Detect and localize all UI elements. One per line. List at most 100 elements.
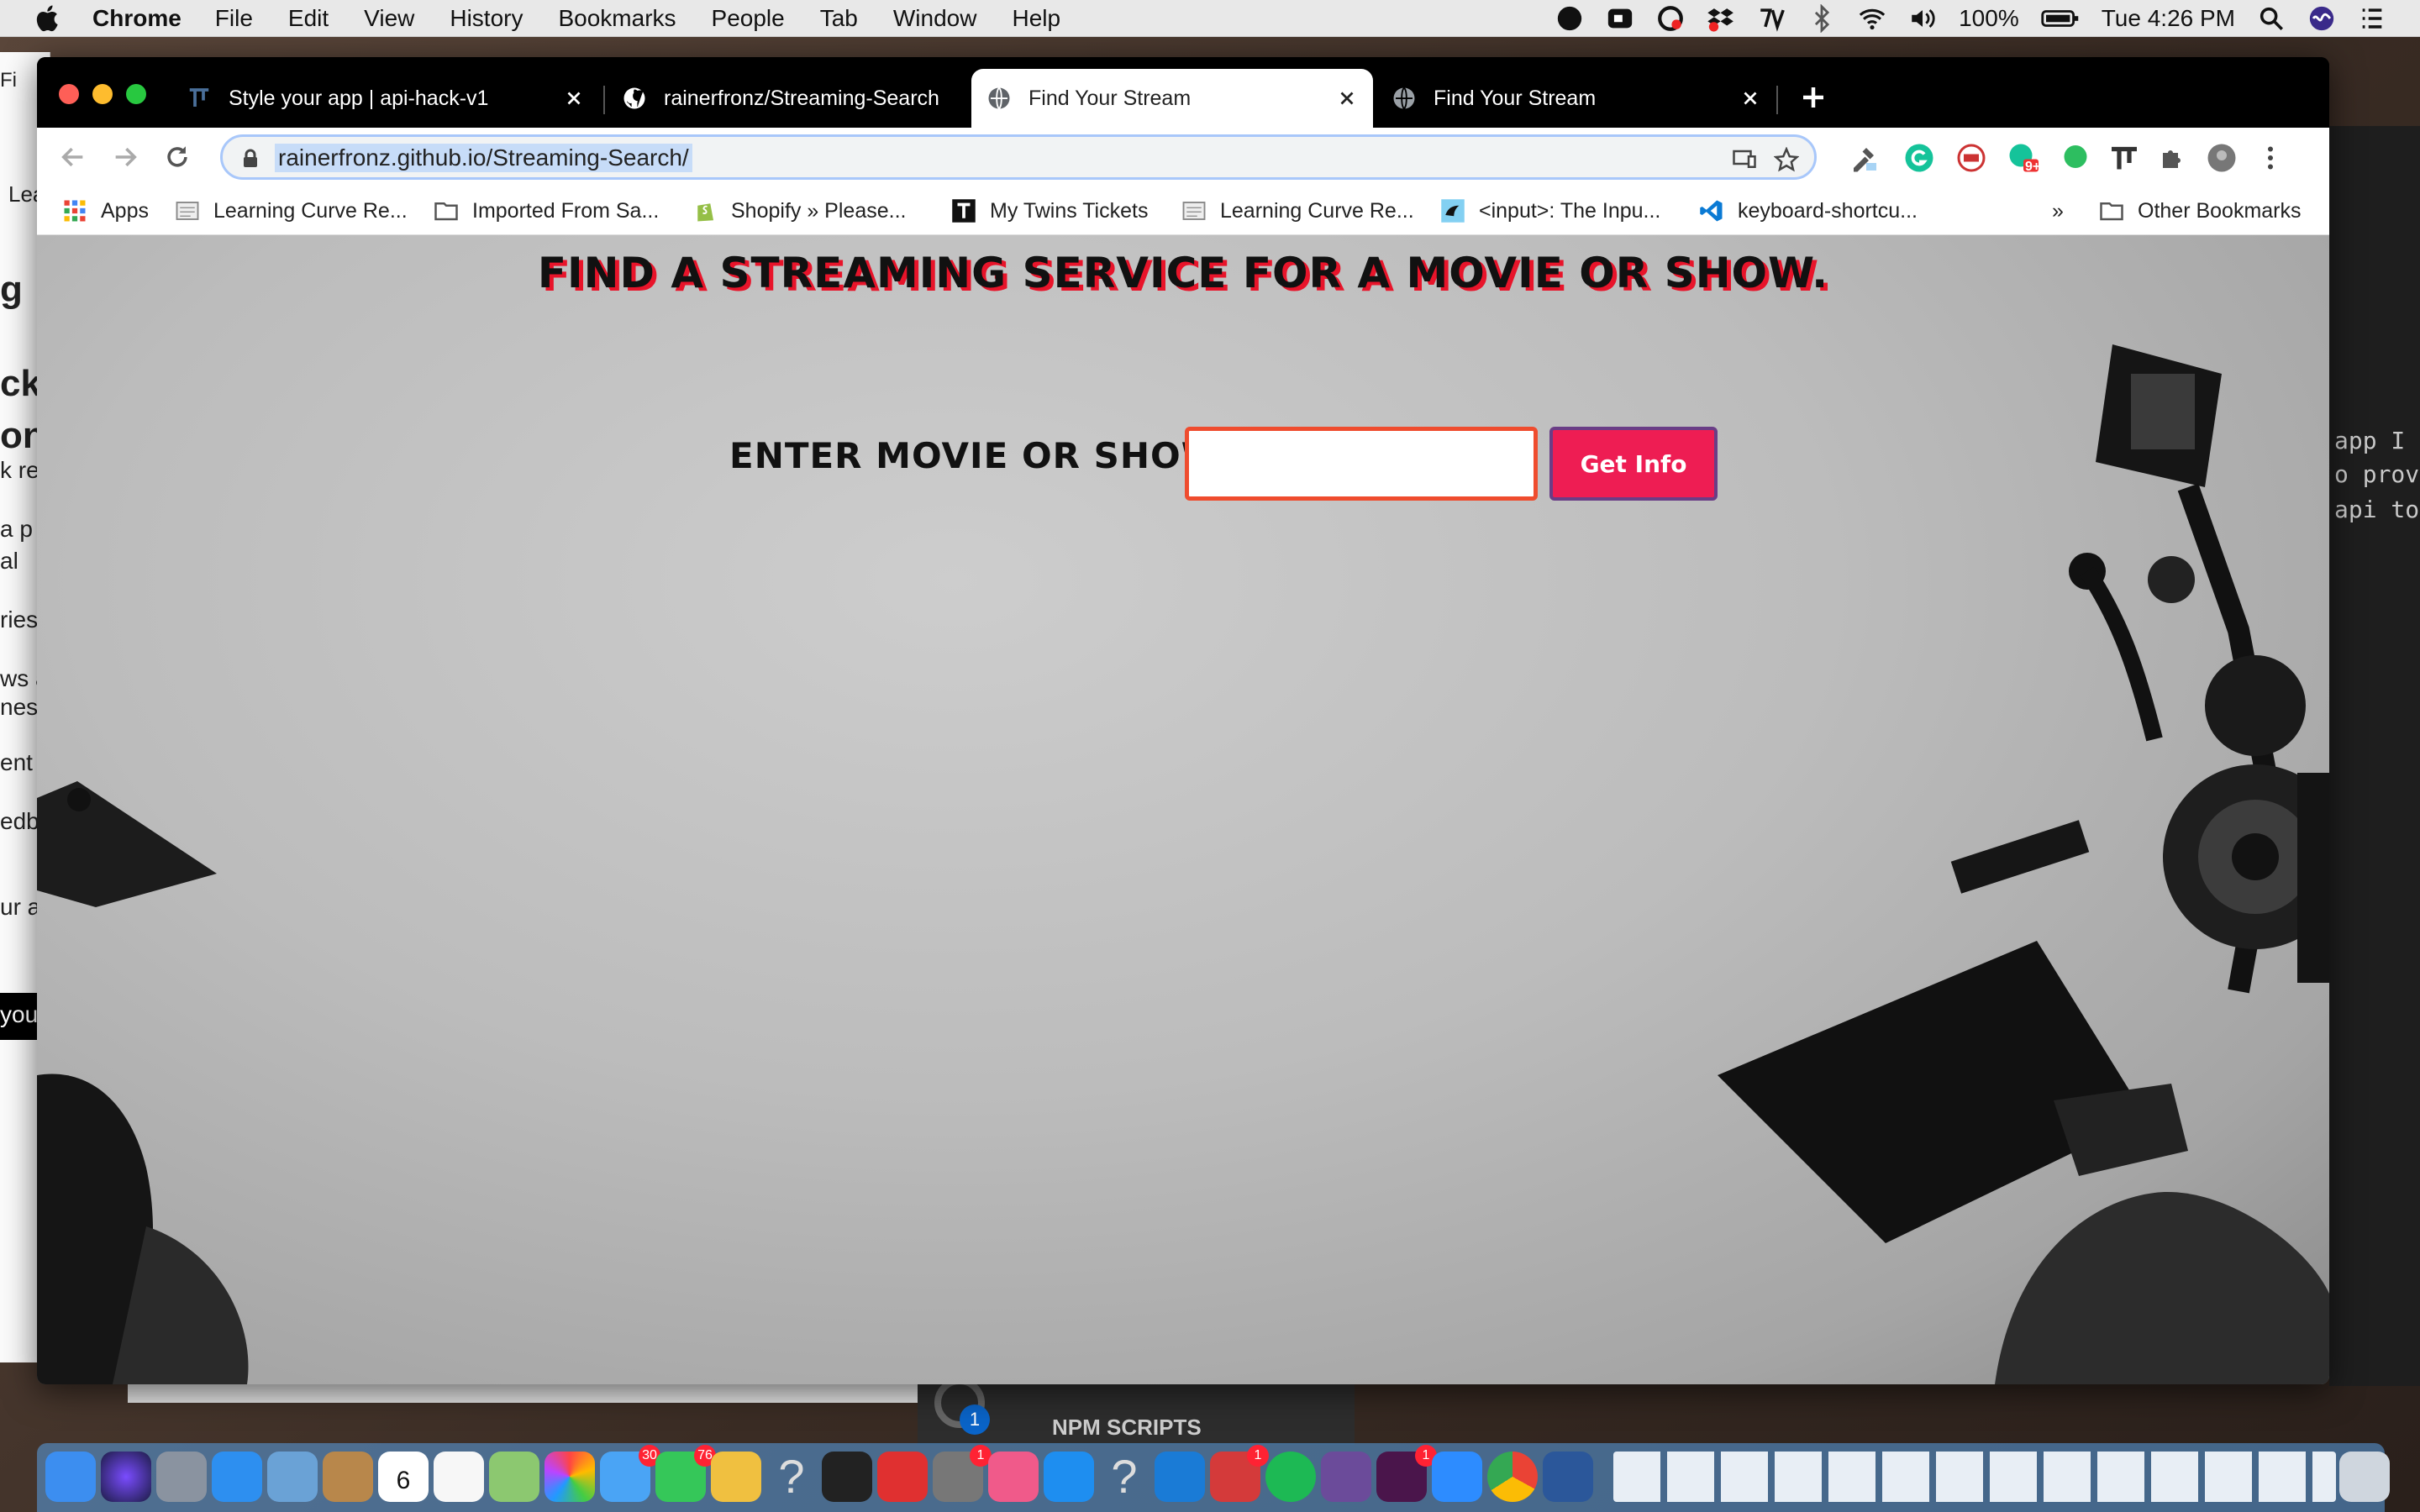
bookmark-imported-folder[interactable]: Imported From Sa...: [434, 197, 659, 225]
word-icon[interactable]: [1543, 1452, 1593, 1502]
menu-clock[interactable]: Tue 4:26 PM: [2102, 5, 2235, 32]
siri-dock-icon[interactable]: [101, 1452, 151, 1502]
preview-icon[interactable]: [267, 1452, 318, 1502]
app-store-icon[interactable]: [1044, 1452, 1094, 1502]
siri-icon[interactable]: [2307, 4, 2336, 33]
evernote-status-icon[interactable]: [1555, 4, 1584, 33]
lock-icon[interactable]: [241, 149, 260, 169]
search-form: ENTER MOVIE OR SHOW: Get Info: [37, 427, 2329, 507]
bookmark-my-twins-tickets[interactable]: My Twins Tickets: [951, 197, 1148, 225]
photos-icon[interactable]: [544, 1452, 595, 1502]
reminders-icon[interactable]: [434, 1452, 484, 1502]
tab-find-your-stream[interactable]: Find Your Stream: [1376, 69, 1776, 128]
wifi-icon[interactable]: [1858, 4, 1886, 33]
vscode-dock-icon[interactable]: [1155, 1452, 1205, 1502]
creative-cloud-icon[interactable]: [1656, 4, 1685, 33]
menu-edit[interactable]: Edit: [288, 5, 329, 32]
finder-icon[interactable]: [45, 1452, 96, 1502]
itunes-icon[interactable]: [988, 1452, 1039, 1502]
bg-fragment: you: [0, 1001, 39, 1027]
profile-avatar-icon[interactable]: [2207, 143, 2237, 173]
battery-icon[interactable]: [2041, 4, 2080, 33]
chrome-menu-icon[interactable]: [2255, 143, 2286, 173]
unknown-app-icon-2[interactable]: ?: [1099, 1452, 1150, 1502]
bookmark-overflow-chevron[interactable]: »: [2052, 197, 2064, 225]
bookmark-learning-curve-1[interactable]: Learning Curve Re...: [175, 197, 408, 225]
close-tab-icon[interactable]: [563, 87, 585, 109]
menu-tab[interactable]: Tab: [820, 5, 858, 32]
bookmark-keyboard-shortcuts[interactable]: keyboard-shortcu...: [1699, 197, 1918, 225]
tab-github-repo[interactable]: rainerfronz/Streaming-Search: [607, 69, 1010, 128]
forward-icon[interactable]: [111, 143, 139, 171]
back-icon[interactable]: [59, 143, 87, 171]
get-info-button[interactable]: Get Info: [1549, 427, 1718, 501]
maps-icon[interactable]: [489, 1452, 539, 1502]
menu-file[interactable]: File: [215, 5, 253, 32]
notes-icon[interactable]: [711, 1452, 761, 1502]
t-icon: [952, 199, 976, 223]
terminal-icon[interactable]: [822, 1452, 872, 1502]
bookmark-other-bookmarks[interactable]: Other Bookmarks: [2099, 197, 2302, 225]
chrome-dock-icon[interactable]: [1487, 1452, 1538, 1502]
bookmark-apps[interactable]: Apps: [62, 197, 149, 225]
apple-icon[interactable]: [34, 3, 64, 34]
close-tab-icon[interactable]: [1336, 87, 1358, 109]
github-desktop-icon[interactable]: [1321, 1452, 1371, 1502]
bg-editor-line: api to: [2334, 496, 2418, 523]
bookmark-label: Apps: [101, 198, 149, 223]
menu-view[interactable]: View: [364, 5, 414, 32]
bookmark-shopify[interactable]: Shopify » Please...: [692, 197, 906, 225]
bluetooth-icon[interactable]: [1807, 4, 1836, 33]
tab-find-your-stream-active[interactable]: Find Your Stream: [971, 69, 1373, 128]
search-input[interactable]: [1185, 427, 1538, 501]
extensions-puzzle-icon[interactable]: [2158, 143, 2188, 173]
zoom-window-button[interactable]: [126, 84, 146, 104]
address-bar[interactable]: rainerfronz.github.io/Streaming-Search/: [220, 134, 1817, 180]
bookmark-star-icon[interactable]: [1774, 147, 1799, 172]
minimize-window-button[interactable]: [92, 84, 113, 104]
bookmark-learning-curve-2[interactable]: Learning Curve Re...: [1181, 197, 1414, 225]
evernote-extension-icon[interactable]: [2060, 143, 2091, 173]
battery-percent: 100%: [1959, 5, 2019, 31]
pdf-extension-icon[interactable]: [1956, 143, 1986, 173]
bg-editor-line: app I c: [2334, 427, 2418, 454]
close-window-button[interactable]: [59, 84, 79, 104]
menu-bookmarks[interactable]: Bookmarks: [558, 5, 676, 32]
trash-icon[interactable]: [2339, 1452, 2390, 1502]
menu-app-name[interactable]: Chrome: [92, 5, 182, 32]
new-tab-icon[interactable]: [1798, 82, 1828, 113]
menu-history[interactable]: History: [450, 5, 523, 32]
tab-style-your-app[interactable]: Style your app | api-hack-v1: [171, 69, 600, 128]
dropbox-icon[interactable]: [1707, 4, 1735, 33]
search-label: ENTER MOVIE OR SHOW:: [729, 435, 1235, 476]
menu-people[interactable]: People: [712, 5, 785, 32]
unknown-app-icon[interactable]: ?: [766, 1452, 817, 1502]
spotlight-icon[interactable]: [2257, 4, 2286, 33]
bg-fragment: Fi: [0, 69, 17, 92]
launchpad-icon[interactable]: [156, 1452, 207, 1502]
github-icon: [623, 87, 645, 109]
close-tab-icon[interactable]: [1739, 87, 1761, 109]
volume-icon[interactable]: [1908, 4, 1937, 33]
zoom-status-icon[interactable]: [1606, 4, 1634, 33]
device-icon[interactable]: [1732, 147, 1757, 172]
page-icon: [1182, 202, 1206, 220]
url-text[interactable]: rainerfronz.github.io/Streaming-Search/: [275, 144, 692, 172]
no-entry-app-icon[interactable]: [877, 1452, 928, 1502]
menu-window[interactable]: Window: [893, 5, 977, 32]
thinkful-extension-icon[interactable]: [2109, 143, 2139, 173]
spotify-icon[interactable]: [1265, 1452, 1316, 1502]
ev-status-icon[interactable]: [1757, 4, 1786, 33]
menu-help[interactable]: Help: [1012, 5, 1060, 32]
minimized-windows[interactable]: [1613, 1452, 2336, 1502]
page-heading: FIND A STREAMING SERVICE FOR A MOVIE OR …: [537, 249, 1829, 297]
safari-icon[interactable]: [212, 1452, 262, 1502]
calendar-icon[interactable]: 6: [378, 1452, 429, 1502]
contacts-icon[interactable]: [323, 1452, 373, 1502]
eyedropper-extension-icon[interactable]: [1849, 143, 1879, 173]
notification-center-icon[interactable]: [2358, 4, 2386, 33]
bookmark-mdn-input[interactable]: <input>: The Inpu...: [1440, 197, 1660, 225]
reload-icon[interactable]: [163, 143, 192, 171]
grammarly-icon[interactable]: [1904, 143, 1934, 173]
zoom-dock-icon[interactable]: [1432, 1452, 1482, 1502]
